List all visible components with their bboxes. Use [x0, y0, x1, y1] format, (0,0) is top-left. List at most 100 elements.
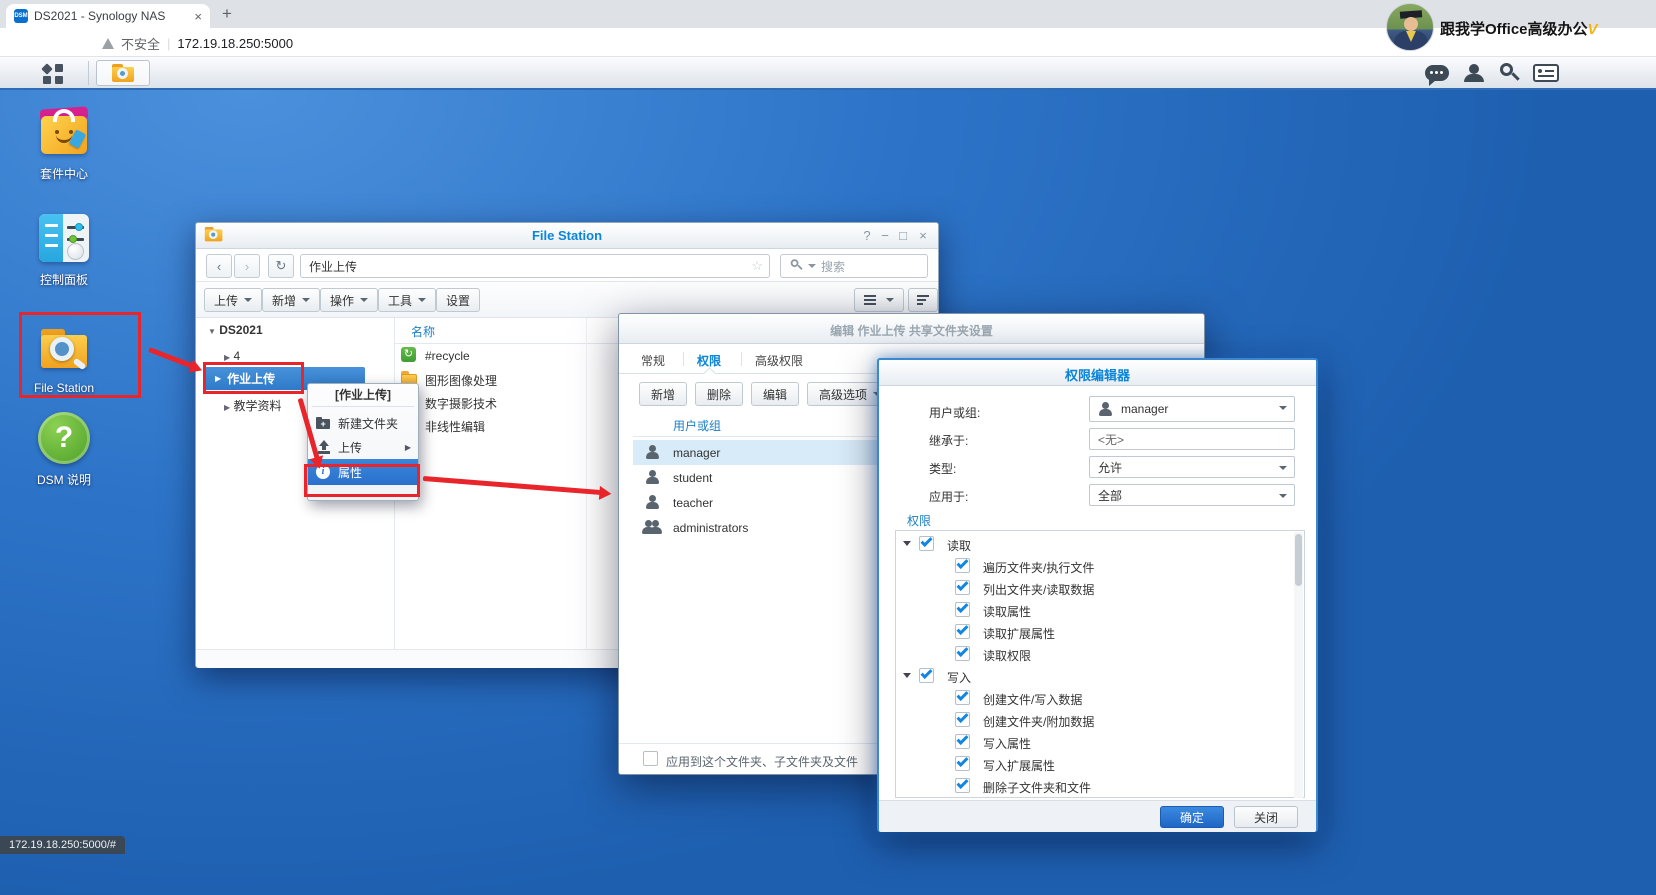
active-tab-notch	[703, 367, 716, 380]
user-group-field-label: 用户或组:	[929, 404, 980, 421]
file-row-photography[interactable]: 数字摄影技术	[425, 395, 497, 412]
help-window-icon[interactable]: ?	[858, 228, 876, 243]
collapse-arrow-icon[interactable]	[903, 541, 911, 546]
perm-row[interactable]: 写入属性	[895, 731, 1303, 753]
delete-button[interactable]: 删除	[695, 382, 743, 406]
perm-group-row-write[interactable]: 写入	[895, 665, 1303, 687]
tab-advanced-permissions[interactable]: 高级权限	[755, 352, 803, 369]
perm-row[interactable]: 创建文件夹/附加数据	[895, 709, 1303, 731]
file-station-icon	[111, 64, 135, 83]
path-field[interactable]: 作业上传 ☆	[300, 254, 770, 278]
tree-root[interactable]: ▼ DS2021	[208, 323, 263, 337]
favorite-star-icon[interactable]: ☆	[751, 258, 763, 274]
create-button[interactable]: 新增	[262, 288, 320, 312]
add-button[interactable]: 新增	[639, 382, 687, 406]
perm-row[interactable]: 读取权限	[895, 643, 1303, 665]
sort-button[interactable]	[908, 288, 938, 312]
desktop-icon-dsm-help[interactable]: ? DSM 说明	[5, 410, 123, 488]
profile-badge: V	[1588, 21, 1598, 38]
browser-profile-avatar[interactable]	[1386, 3, 1434, 51]
tree-item-4[interactable]: ▶ 4	[224, 349, 240, 363]
minimize-icon[interactable]: −	[876, 228, 894, 243]
collapse-arrow-icon[interactable]: ▼	[208, 327, 216, 336]
perm-row[interactable]: 读取属性	[895, 599, 1303, 621]
dialog-title: 权限编辑器	[879, 365, 1316, 384]
perm-group-row-read[interactable]: 读取	[895, 533, 1303, 555]
forward-button[interactable]: ›	[234, 254, 260, 278]
perm-row[interactable]: 写入扩展属性	[895, 753, 1303, 775]
checkbox-checked[interactable]	[955, 580, 970, 595]
not-secure-icon	[102, 38, 114, 49]
expand-arrow-icon[interactable]: ▶	[224, 353, 230, 362]
checkbox-checked[interactable]	[955, 646, 970, 661]
edit-button[interactable]: 编辑	[751, 382, 799, 406]
search-box[interactable]: 搜索	[780, 254, 928, 278]
checkbox-checked[interactable]	[955, 734, 970, 749]
perm-row[interactable]: 读取扩展属性	[895, 621, 1303, 643]
search-button[interactable]	[1494, 60, 1526, 86]
icon-label: 套件中心	[5, 165, 123, 182]
upload-button[interactable]: 上传	[204, 288, 262, 312]
menu-item-upload[interactable]: 上传 ▶	[308, 435, 418, 459]
dialog-title: 编辑 作业上传 共享文件夹设置	[619, 322, 1204, 339]
perm-row[interactable]: 列出文件夹/读取数据	[895, 577, 1303, 599]
tools-button[interactable]: 工具	[378, 288, 436, 312]
refresh-button[interactable]: ↻	[268, 254, 294, 278]
tab-close-icon[interactable]: ×	[194, 9, 202, 24]
back-button[interactable]: ‹	[206, 254, 232, 278]
permissions-section-label: 权限	[907, 512, 931, 529]
search-caret-icon[interactable]	[808, 264, 816, 268]
address-divider: |	[167, 36, 170, 51]
desktop-icon-package-center[interactable]: 套件中心	[5, 104, 123, 182]
tree-item-teaching-material[interactable]: ▶ 教学资料	[224, 397, 282, 414]
window-titlebar[interactable]: File Station ? − □ ×	[196, 223, 938, 249]
column-header-name[interactable]: 名称	[411, 323, 435, 340]
notifications-button[interactable]	[1420, 60, 1454, 86]
close-icon[interactable]: ×	[914, 228, 932, 243]
checkbox-checked[interactable]	[955, 602, 970, 617]
menu-item-new-folder[interactable]: + 新建文件夹	[308, 411, 418, 435]
perm-row[interactable]: 创建文件/写入数据	[895, 687, 1303, 709]
user-group-column-header[interactable]: 用户或组	[673, 417, 721, 434]
file-row-editing[interactable]: 非线性编辑	[425, 418, 485, 435]
browser-status-bubble: 172.19.18.250:5000/#	[0, 836, 125, 854]
sort-icon	[917, 293, 929, 307]
new-tab-button[interactable]: +	[222, 4, 232, 24]
dialog-titlebar[interactable]: 编辑 作业上传 共享文件夹设置	[619, 314, 1204, 344]
address-bar[interactable]: 不安全 | 172.19.18.250:5000	[102, 34, 293, 53]
checkbox-checked[interactable]	[955, 778, 970, 793]
view-mode-button[interactable]	[854, 288, 904, 312]
user-group-dropdown[interactable]: manager	[1089, 396, 1295, 422]
collapse-arrow-icon[interactable]	[903, 673, 911, 678]
dialog-titlebar[interactable]: 权限编辑器	[879, 360, 1316, 386]
tab-general[interactable]: 常规	[641, 352, 665, 369]
user-options-button[interactable]	[1458, 60, 1490, 86]
checkbox-checked[interactable]	[919, 536, 934, 551]
browser-tab[interactable]: DSM DS2021 - Synology NAS ×	[6, 4, 210, 28]
perm-row[interactable]: 删除子文件夹和文件	[895, 775, 1303, 797]
perm-row[interactable]: 遍历文件夹/执行文件	[895, 555, 1303, 577]
checkbox-checked[interactable]	[955, 624, 970, 639]
submenu-arrow-icon: ▶	[405, 443, 411, 452]
taskbar-file-station-button[interactable]	[96, 60, 150, 86]
checkbox-checked[interactable]	[955, 712, 970, 727]
desktop-icon-control-panel[interactable]: 控制面板	[5, 210, 123, 288]
apply-to-subfolders-checkbox[interactable]	[643, 751, 658, 766]
checkbox-checked[interactable]	[919, 668, 934, 683]
maximize-icon[interactable]: □	[894, 228, 912, 243]
checkbox-checked[interactable]	[955, 558, 970, 573]
action-button[interactable]: 操作	[320, 288, 378, 312]
widgets-button[interactable]	[1528, 60, 1564, 86]
apply-to-dropdown[interactable]: 全部	[1089, 484, 1295, 506]
file-row-graphics[interactable]: 图形图像处理	[425, 372, 497, 389]
ok-button[interactable]: 确定	[1160, 806, 1224, 828]
expand-arrow-icon[interactable]: ▶	[224, 403, 230, 412]
checkbox-checked[interactable]	[955, 756, 970, 771]
file-row-recycle[interactable]: ↻ #recycle	[425, 349, 470, 363]
main-menu-button[interactable]	[22, 60, 82, 86]
checkbox-checked[interactable]	[955, 690, 970, 705]
type-dropdown[interactable]: 允许	[1089, 456, 1295, 478]
profile-name: 跟我学Office高级办公V	[1440, 18, 1598, 39]
settings-button[interactable]: 设置	[436, 288, 480, 312]
close-button[interactable]: 关闭	[1234, 806, 1298, 828]
